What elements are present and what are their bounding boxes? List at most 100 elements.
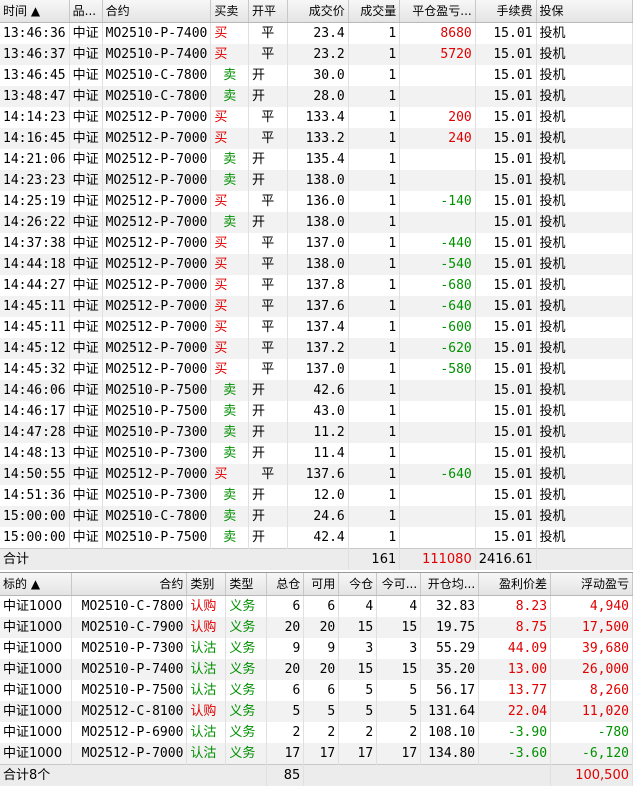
- col-header-qty[interactable]: 成交量: [348, 0, 401, 23]
- col-header-product[interactable]: 品...: [69, 0, 103, 23]
- col-header-type[interactable]: 类型: [225, 573, 268, 596]
- trade-time: 14:44:27: [0, 275, 70, 296]
- position-type: 义务: [225, 638, 268, 659]
- trade-qty: 1: [348, 22, 401, 44]
- col-header-pnl[interactable]: 平仓盈亏...: [399, 0, 476, 23]
- trade-price: 23.2: [287, 44, 349, 65]
- trade-time: 14:50:55: [0, 464, 70, 485]
- trade-side: 买: [210, 191, 250, 212]
- position-underlying: 中证1000: [0, 595, 73, 617]
- trade-price: 137.8: [287, 275, 349, 296]
- col-header-avg-price[interactable]: 开仓均...: [420, 573, 480, 596]
- position-total: 9: [266, 638, 305, 659]
- position-row[interactable]: 中证1000 MO2510-P-7500 认沽 义务 6 6 5 5 56.17 13.77 8,2…: [0, 680, 633, 701]
- position-row[interactable]: 中证1000 MO2510-C-7800 认购 义务 6 6 4 4 32.83 8.23 4,94…: [0, 595, 633, 617]
- trade-row[interactable]: 14:45:11 中证 MO2512-P-7000 买平 137.6 1 -640 15.01…: [0, 296, 633, 317]
- trade-product: 中证: [69, 527, 103, 549]
- trade-openclose: 开: [248, 149, 288, 170]
- position-today-avail: 15: [376, 659, 422, 680]
- position-row[interactable]: 中证1000 MO2512-P-6900 认沽 义务 2 2 2 2 108.10 -3.90 -7…: [0, 722, 633, 743]
- trade-hedge: 投机: [536, 317, 633, 338]
- col-header-today[interactable]: 今仓: [338, 573, 378, 596]
- trade-contract: MO2510-C-7800: [102, 86, 212, 107]
- trade-row[interactable]: 13:46:45 中证 MO2510-C-7800 卖开 30.0 1 15.01 投机: [0, 65, 633, 86]
- trade-row[interactable]: 14:14:23 中证 MO2512-P-7000 买平 133.4 1 200 15.01 投…: [0, 107, 633, 128]
- position-row[interactable]: 中证1000 MO2512-C-8100 认购 义务 5 5 5 5 131.64 22.04 11…: [0, 701, 633, 722]
- trade-row[interactable]: 14:26:22 中证 MO2512-P-7000 卖开 138.0 1 15.01 投机: [0, 212, 633, 233]
- trade-contract: MO2512-P-7000: [102, 191, 212, 212]
- trade-row[interactable]: 14:44:18 中证 MO2512-P-7000 买平 138.0 1 -540 15.01…: [0, 254, 633, 275]
- col-header-underlying[interactable]: 标的 ▲: [0, 573, 73, 596]
- trade-row[interactable]: 13:48:47 中证 MO2510-C-7800 卖开 28.0 1 15.01 投机: [0, 86, 633, 107]
- position-contract: MO2510-C-7800: [71, 595, 188, 617]
- col-header-time[interactable]: 时间 ▲: [0, 0, 70, 23]
- col-header-side[interactable]: 买卖: [210, 0, 250, 23]
- col-header-openclose[interactable]: 开平: [248, 0, 288, 23]
- trade-fee: 15.01: [475, 191, 537, 212]
- position-row[interactable]: 中证1000 MO2510-P-7400 认沽 义务 20 20 15 15 35.20 13.0…: [0, 659, 633, 680]
- position-contract: MO2512-C-8100: [71, 701, 188, 722]
- position-total: 20: [266, 617, 305, 638]
- position-row[interactable]: 中证1000 MO2510-P-7300 认沽 义务 9 9 3 3 55.29 44.09 39,…: [0, 638, 633, 659]
- trade-row[interactable]: 15:00:00 中证 MO2510-C-7800 卖开 24.6 1 15.01 投机: [0, 506, 633, 527]
- trade-row[interactable]: 14:51:36 中证 MO2510-P-7300 卖开 12.0 1 15.01 投机: [0, 485, 633, 506]
- position-avg-price: 19.75: [420, 617, 480, 638]
- col-header-today-avail[interactable]: 今可...: [376, 573, 422, 596]
- trade-price: 137.4: [287, 317, 349, 338]
- col-header-spread[interactable]: 盈利价差: [478, 573, 552, 596]
- trade-row[interactable]: 14:50:55 中证 MO2512-P-7000 买平 137.6 1 -640 15.01…: [0, 464, 633, 485]
- trade-row[interactable]: 15:00:00 中证 MO2510-P-7500 卖开 42.4 1 15.01 投机: [0, 527, 633, 549]
- trade-openclose: 平: [248, 254, 288, 275]
- trade-hedge: 投机: [536, 254, 633, 275]
- trade-price: 133.2: [287, 128, 349, 149]
- trade-row[interactable]: 14:45:32 中证 MO2512-P-7000 买平 137.0 1 -580 15.01…: [0, 359, 633, 380]
- trade-row[interactable]: 14:45:11 中证 MO2512-P-7000 买平 137.4 1 -600 15.01…: [0, 317, 633, 338]
- trade-fee: 15.01: [475, 107, 537, 128]
- trade-hedge: 投机: [536, 65, 633, 86]
- col-header-float-pnl[interactable]: 浮动盈亏: [550, 573, 633, 596]
- col-header-hedge[interactable]: 投保: [536, 0, 633, 23]
- trade-row[interactable]: 14:48:13 中证 MO2510-P-7300 卖开 11.4 1 15.01 投机: [0, 443, 633, 464]
- trade-row[interactable]: 13:46:36 中证 MO2510-P-7400 买平 23.4 1 8680 15.01 投…: [0, 22, 633, 44]
- position-underlying: 中证1000: [0, 617, 73, 638]
- trade-contract: MO2512-P-7000: [102, 338, 212, 359]
- trade-fee: 15.01: [475, 485, 537, 506]
- col-header-price[interactable]: 成交价: [287, 0, 349, 23]
- trade-row[interactable]: 14:16:45 中证 MO2512-P-7000 买平 133.2 1 240 15.01 投…: [0, 128, 633, 149]
- position-spread: 13.77: [478, 680, 552, 701]
- trade-side: 买: [210, 275, 250, 296]
- position-total: 20: [266, 659, 305, 680]
- trade-row[interactable]: 14:37:38 中证 MO2512-P-7000 买平 137.0 1 -440 15.01…: [0, 233, 633, 254]
- col-header-category[interactable]: 类别: [186, 573, 227, 596]
- trade-qty: 1: [348, 380, 401, 401]
- position-summary-row: 合计8个 85 100,500: [0, 764, 633, 786]
- trade-product: 中证: [69, 254, 103, 275]
- col-header-contract[interactable]: 合约: [102, 0, 212, 23]
- trade-row[interactable]: 14:46:17 中证 MO2510-P-7500 卖开 43.0 1 15.01 投机: [0, 401, 633, 422]
- col-header-avail[interactable]: 可用: [303, 573, 340, 596]
- trade-row[interactable]: 14:46:06 中证 MO2510-P-7500 卖开 42.6 1 15.01 投机: [0, 380, 633, 401]
- position-summary-float: 100,500: [550, 764, 633, 786]
- trade-row[interactable]: 14:44:27 中证 MO2512-P-7000 买平 137.8 1 -680 15.01…: [0, 275, 633, 296]
- trade-hedge: 投机: [536, 275, 633, 296]
- position-today-avail: 15: [376, 617, 422, 638]
- trade-side: 买: [210, 44, 250, 65]
- col-header-fee[interactable]: 手续费: [475, 0, 537, 23]
- trade-summary-qty: 161: [348, 548, 401, 570]
- trade-row[interactable]: 14:45:12 中证 MO2512-P-7000 买平 137.2 1 -620 15.01…: [0, 338, 633, 359]
- trade-row[interactable]: 14:25:19 中证 MO2512-P-7000 买平 136.0 1 -140 15.01…: [0, 191, 633, 212]
- trade-row[interactable]: 14:47:28 中证 MO2510-P-7300 卖开 11.2 1 15.01 投机: [0, 422, 633, 443]
- trade-row[interactable]: 14:21:06 中证 MO2512-P-7000 卖开 135.4 1 15.01 投机: [0, 149, 633, 170]
- position-contract: MO2510-P-7500: [71, 680, 188, 701]
- trade-summary-fee: 2416.61: [475, 548, 537, 570]
- position-row[interactable]: 中证1000 MO2510-C-7900 认购 义务 20 20 15 15 19.75 8.75…: [0, 617, 633, 638]
- position-row[interactable]: 中证1000 MO2512-P-7000 认沽 义务 17 17 17 17 134.80 -3.…: [0, 743, 633, 765]
- trade-pnl: -140: [399, 191, 476, 212]
- col-header-pos-contract[interactable]: 合约: [71, 573, 188, 596]
- col-header-total[interactable]: 总仓: [266, 573, 305, 596]
- trade-row[interactable]: 14:23:23 中证 MO2512-P-7000 卖开 138.0 1 15.01 投机: [0, 170, 633, 191]
- trade-fee: 15.01: [475, 86, 537, 107]
- trade-row[interactable]: 13:46:37 中证 MO2510-P-7400 买平 23.2 1 5720 15.01 投…: [0, 44, 633, 65]
- trade-price: 138.0: [287, 170, 349, 191]
- trade-openclose: 开: [248, 527, 288, 549]
